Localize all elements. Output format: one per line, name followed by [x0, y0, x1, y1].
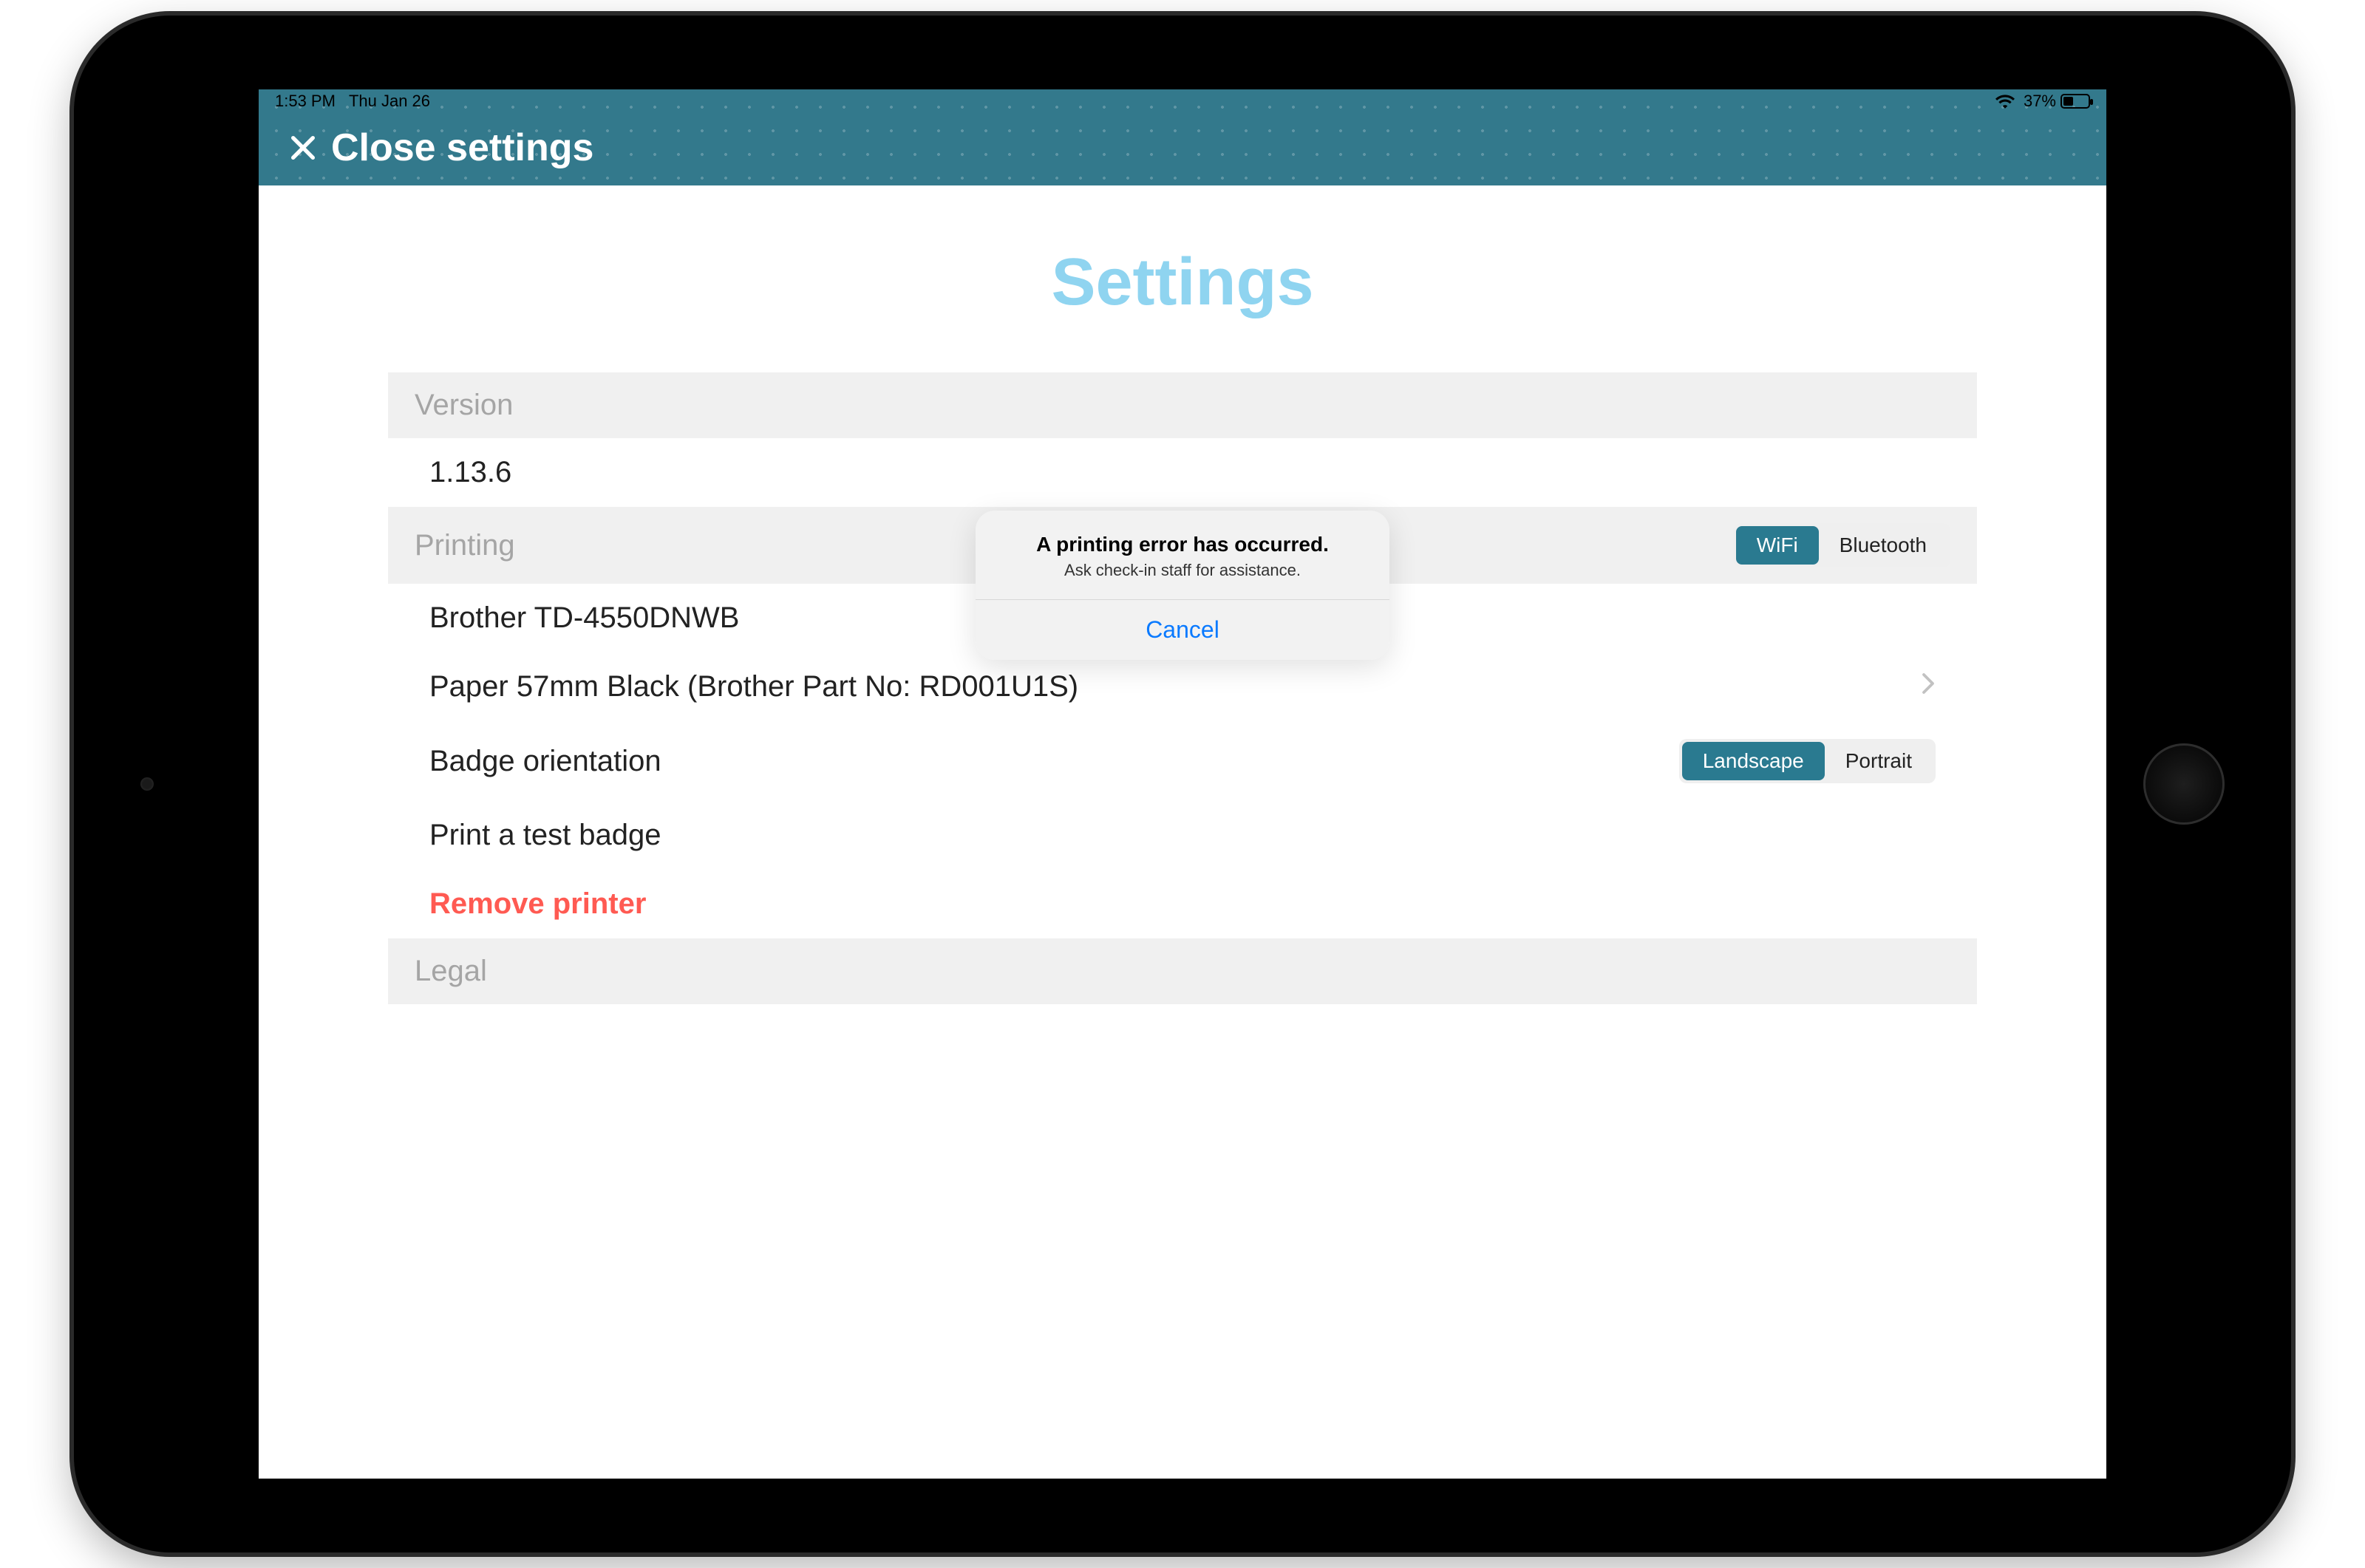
orientation-portrait-option[interactable]: Portrait	[1825, 742, 1933, 780]
home-button[interactable]	[2143, 743, 2225, 825]
status-bar: 1:53 PM Thu Jan 26 37%	[259, 89, 2106, 113]
alert-message: Ask check-in staff for assistance.	[996, 561, 1369, 580]
close-icon	[288, 133, 318, 163]
status-time: 1:53 PM	[275, 92, 336, 111]
battery-percent: 37%	[2024, 92, 2056, 111]
paper-label: Paper 57mm Black (Brother Part No: RD001…	[429, 670, 1078, 703]
chevron-right-icon	[1921, 672, 1936, 701]
screen: 1:53 PM Thu Jan 26 37%	[259, 89, 2106, 1479]
test-badge-label: Print a test badge	[429, 819, 661, 852]
section-header-printing-label: Printing	[415, 529, 515, 562]
section-header-version: Version	[388, 372, 1977, 438]
section-header-legal-label: Legal	[415, 955, 487, 988]
close-settings-button[interactable]: Close settings	[288, 126, 593, 170]
alert-cancel-button[interactable]: Cancel	[976, 600, 1389, 660]
orientation-label: Badge orientation	[429, 745, 661, 778]
version-row: 1.13.6	[388, 438, 1977, 507]
version-value: 1.13.6	[429, 456, 511, 489]
page-title: Settings	[259, 245, 2106, 321]
status-date: Thu Jan 26	[349, 92, 430, 111]
remove-printer-label: Remove printer	[429, 887, 646, 921]
battery-icon	[2061, 94, 2090, 109]
remove-printer-row[interactable]: Remove printer	[388, 870, 1977, 938]
connection-bluetooth-option[interactable]: Bluetooth	[1819, 526, 1947, 565]
printer-name: Brother TD-4550DNWB	[429, 601, 739, 635]
orientation-toggle[interactable]: Landscape Portrait	[1679, 739, 1936, 783]
alert-title: A printing error has occurred.	[996, 533, 1369, 556]
front-camera	[140, 777, 154, 791]
orientation-row: Badge orientation Landscape Portrait	[388, 721, 1977, 801]
paper-row[interactable]: Paper 57mm Black (Brother Part No: RD001…	[388, 652, 1977, 721]
wifi-icon	[1995, 94, 2015, 109]
settings-panel: Version 1.13.6 Printing WiFi Bluetooth	[388, 372, 1977, 1004]
close-settings-label: Close settings	[331, 126, 593, 170]
section-header-version-label: Version	[415, 389, 513, 422]
content: Settings Version 1.13.6 Printing WiFi	[259, 185, 2106, 1479]
orientation-landscape-option[interactable]: Landscape	[1682, 742, 1825, 780]
ipad-frame: 1:53 PM Thu Jan 26 37%	[74, 16, 2291, 1552]
section-header-legal: Legal	[388, 938, 1977, 1004]
battery-indicator: 37%	[2024, 92, 2090, 111]
test-badge-row[interactable]: Print a test badge	[388, 801, 1977, 870]
connection-wifi-option[interactable]: WiFi	[1736, 526, 1819, 565]
connection-toggle[interactable]: WiFi Bluetooth	[1733, 523, 1950, 567]
error-alert: A printing error has occurred. Ask check…	[976, 511, 1389, 660]
ipad-bezel: 1:53 PM Thu Jan 26 37%	[96, 38, 2269, 1530]
